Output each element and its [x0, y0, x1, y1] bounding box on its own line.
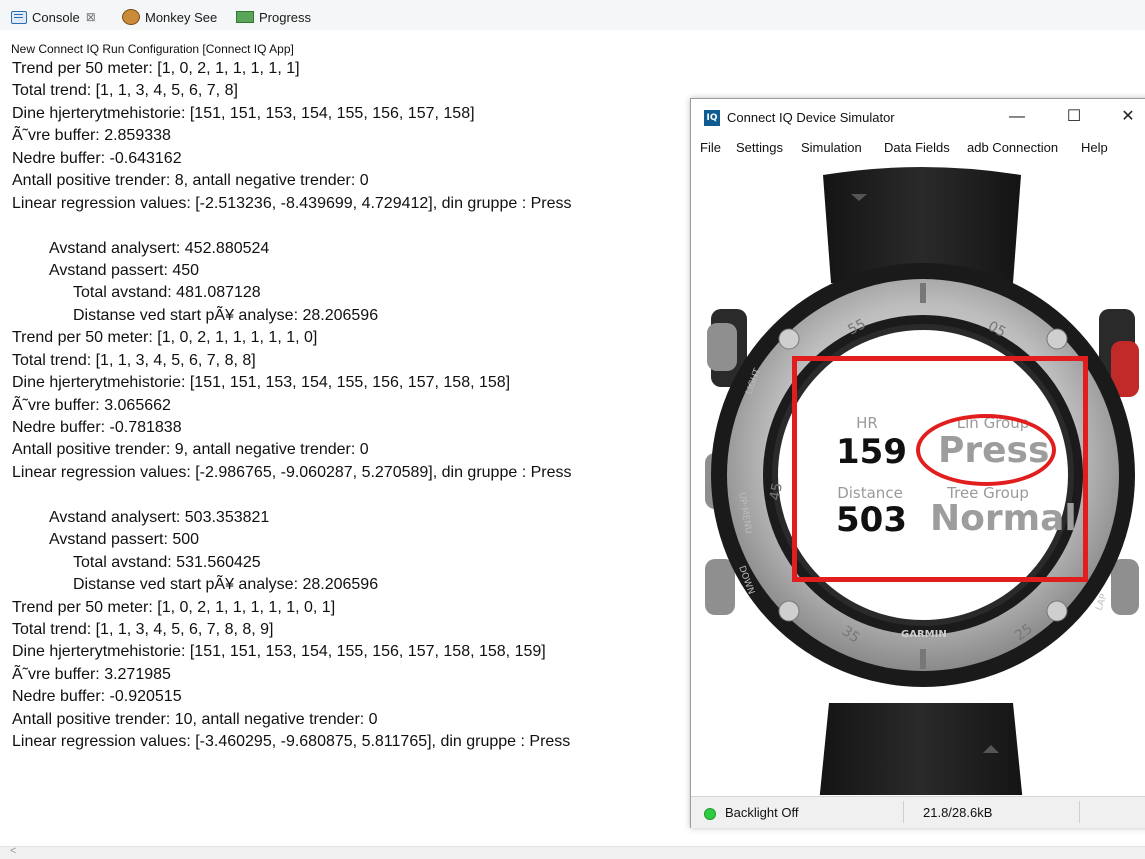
minimize-button[interactable]: — — [1005, 107, 1029, 127]
down-button[interactable] — [705, 559, 735, 615]
console-line: Linear regression values: [-3.460295, -9… — [12, 733, 571, 751]
console-line: Total avstand: 531.560425 — [73, 553, 261, 571]
console-line: Antall positive trender: 10, antall nega… — [12, 710, 378, 728]
tab-progress-label: Progress — [259, 9, 312, 25]
console-line: Ã˜vre buffer: 3.065662 — [12, 396, 171, 414]
console-line: Trend per 50 meter: [1, 0, 2, 1, 1, 1, 1… — [12, 60, 300, 77]
console-line: Total trend: [1, 1, 3, 4, 5, 6, 7, 8, 8,… — [12, 620, 274, 638]
console-line: Dine hjerterytmehistorie: [151, 151, 153… — [12, 643, 546, 661]
console-icon — [11, 10, 27, 24]
tab-progress[interactable]: Progress — [236, 8, 311, 26]
console-line: Trend per 50 meter: [1, 0, 2, 1, 1, 1, 1… — [12, 598, 336, 616]
console-output: Trend per 50 meter: [1, 0, 2, 1, 1, 1, 1… — [12, 58, 571, 754]
console-line: Avstand passert: 450 — [49, 261, 200, 279]
console-line: Ã˜vre buffer: 2.859338 — [12, 127, 171, 145]
simulator-status-bar: Backlight Off 21.8/28.6kB — [691, 796, 1145, 828]
tab-monkey-see[interactable]: Monkey See — [122, 8, 217, 26]
console-line: Distanse ved start pÃ¥ analyse: 28.20659… — [73, 306, 379, 324]
close-button[interactable]: ✕ — [1116, 107, 1140, 127]
bezel-number-45: 45 — [767, 481, 786, 501]
monkey-icon — [122, 9, 140, 25]
console-line: Ã˜vre buffer: 3.271985 — [12, 665, 171, 683]
progress-icon — [236, 11, 254, 23]
backlight-status-led-icon — [704, 808, 716, 820]
console-line: Distanse ved start pÃ¥ analyse: 28.20659… — [73, 576, 379, 594]
menu-simulation[interactable]: Simulation — [801, 140, 862, 155]
backlight-status: Backlight Off — [725, 805, 799, 820]
lap-button[interactable] — [1111, 559, 1139, 615]
connect-iq-app-icon: IQ — [704, 110, 720, 126]
console-line: Nedre buffer: -0.781838 — [12, 419, 182, 436]
light-button[interactable] — [707, 323, 737, 371]
console-line: Nedre buffer: -0.643162 — [12, 149, 182, 167]
console-line: Avstand passert: 500 — [49, 531, 200, 549]
console-line: Antall positive trender: 8, antall negat… — [12, 172, 369, 190]
console-line: Total avstand: 481.087128 — [73, 284, 261, 302]
simulator-menu-bar: File Settings Simulation Data Fields adb… — [691, 137, 1145, 161]
console-line: Avstand analysert: 452.880524 — [49, 239, 270, 257]
menu-data-fields[interactable]: Data Fields — [884, 140, 950, 155]
simulator-title-bar[interactable]: IQ Connect IQ Device Simulator — ☐ ✕ — [691, 99, 1145, 137]
console-line: Antall positive trender: 9, antall negat… — [12, 441, 369, 459]
tab-console-label: Console — [32, 9, 80, 25]
console-line: Dine hjerterytmehistorie: [151, 151, 153… — [12, 374, 511, 392]
run-configuration-label: New Connect IQ Run Configuration [Connec… — [11, 42, 294, 56]
console-line: Linear regression values: [-2.986765, -9… — [12, 463, 572, 481]
menu-settings[interactable]: Settings — [736, 140, 783, 155]
console-line: Nedre buffer: -0.920515 — [12, 688, 182, 706]
view-tab-bar: Console ⊠ Monkey See Progress — [0, 0, 1145, 30]
scroll-left-arrow-icon[interactable]: < — [10, 845, 16, 857]
console-line: Avstand analysert: 503.353821 — [49, 508, 270, 526]
tab-monkey-see-label: Monkey See — [145, 9, 218, 25]
console-line: Linear regression values: [-2.513236, -8… — [12, 194, 572, 212]
console-line: Trend per 50 meter: [1, 0, 2, 1, 1, 1, 1… — [12, 329, 318, 347]
menu-help[interactable]: Help — [1081, 140, 1108, 155]
maximize-button[interactable]: ☐ — [1062, 107, 1086, 127]
console-line: Dine hjerterytmehistorie: [151, 151, 153… — [12, 104, 475, 122]
garmin-logo: GARMIN — [901, 629, 947, 640]
tab-console[interactable]: Console ⊠ — [11, 8, 96, 26]
close-tab-icon[interactable]: ⊠ — [86, 10, 96, 24]
highlight-oval — [916, 414, 1056, 486]
menu-adb-connection[interactable]: adb Connection — [967, 140, 1058, 155]
menu-file[interactable]: File — [700, 140, 721, 155]
memory-usage: 21.8/28.6kB — [923, 805, 993, 820]
simulator-title: Connect IQ Device Simulator — [727, 110, 895, 125]
console-line: Total trend: [1, 1, 3, 4, 5, 6, 7, 8, 8] — [12, 351, 256, 369]
horizontal-scrollbar[interactable]: < — [0, 845, 1145, 859]
console-line: Total trend: [1, 1, 3, 4, 5, 6, 7, 8] — [12, 82, 238, 100]
